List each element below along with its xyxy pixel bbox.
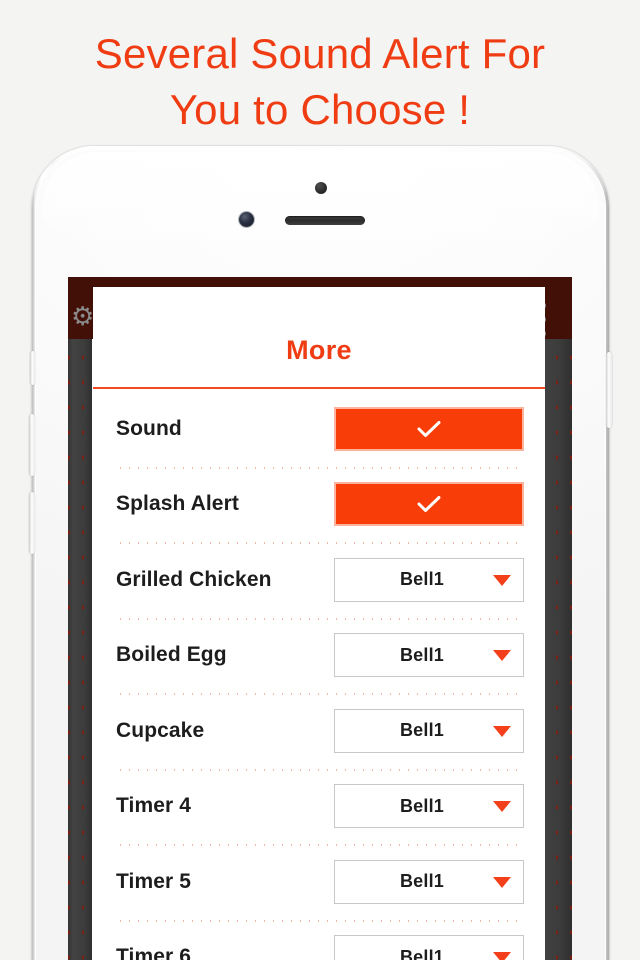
mute-switch[interactable]	[30, 351, 35, 385]
sound-select[interactable]: Bell1	[334, 784, 524, 829]
chevron-down-icon	[493, 574, 511, 586]
decor-rail-left	[68, 339, 92, 960]
settings-row: Timer 6 Bell1	[93, 919, 545, 960]
settings-card: More Sound Splash Alert Grilled Chicken Bel…	[93, 287, 545, 960]
volume-up-button[interactable]	[29, 414, 35, 476]
check-icon	[417, 496, 441, 513]
sound-select-value: Bell1	[399, 946, 445, 960]
phone-screen: ⚙ More Sound Splash Alert Grilled Chicken B…	[68, 277, 572, 960]
settings-row: Sound	[93, 391, 545, 467]
sound-select-value: Bell1	[399, 871, 445, 892]
settings-row-label: Timer 6	[116, 945, 192, 960]
speaker-grille-icon	[284, 216, 365, 225]
settings-row-label: Timer 5	[116, 869, 192, 893]
settings-row-label: Grilled Chicken	[116, 567, 272, 591]
settings-row-label: Boiled Egg	[116, 643, 227, 667]
settings-row: Cupcake Bell1	[93, 693, 545, 769]
settings-row: Boiled Egg Bell1	[93, 617, 545, 694]
checkbox-toggle[interactable]	[334, 482, 524, 527]
gear-icon: ⚙	[71, 301, 95, 331]
power-button[interactable]	[606, 352, 612, 428]
phone-mockup: ⚙ More Sound Splash Alert Grilled Chicken B…	[29, 146, 612, 960]
app-title: More	[286, 335, 352, 365]
headline-line-1: Several Sound Alert For	[94, 30, 546, 77]
sound-select-value: Bell1	[399, 644, 445, 665]
chevron-down-icon	[493, 650, 511, 662]
checkbox-toggle[interactable]	[334, 406, 524, 451]
settings-row: Grilled Chicken Bell1	[93, 542, 545, 618]
volume-down-button[interactable]	[29, 492, 35, 554]
sound-select-value: Bell1	[399, 720, 445, 741]
sound-select[interactable]: Bell1	[334, 935, 524, 960]
headline-line-2: You to Choose !	[169, 86, 471, 133]
sound-select[interactable]: Bell1	[334, 557, 524, 602]
chevron-down-icon	[493, 801, 511, 813]
settings-row: Timer 4 Bell1	[93, 768, 545, 845]
sound-select[interactable]: Bell1	[334, 633, 524, 678]
sound-select[interactable]: Bell1	[334, 859, 524, 904]
settings-row: Timer 5 Bell1	[93, 844, 545, 920]
settings-list: Sound Splash Alert Grilled Chicken Bell1 Boi…	[93, 391, 545, 960]
camera-icon	[238, 212, 254, 227]
chevron-down-icon	[493, 952, 511, 960]
sound-select-value: Bell1	[399, 795, 445, 816]
rail-dots	[68, 339, 92, 960]
sound-select[interactable]: Bell1	[334, 708, 524, 753]
settings-row-label: Cupcake	[116, 718, 205, 742]
settings-row-label: Sound	[116, 416, 182, 440]
settings-row-label: Splash Alert	[116, 492, 239, 516]
sound-select-value: Bell1	[399, 569, 445, 590]
chevron-down-icon	[493, 725, 511, 737]
chevron-down-icon	[493, 876, 511, 888]
title-divider	[93, 387, 545, 389]
page-title: Several Sound Alert For You to Choose !	[0, 26, 640, 138]
settings-row-label: Timer 4	[116, 794, 192, 818]
check-icon	[417, 420, 441, 437]
sensor-icon	[314, 182, 327, 194]
settings-row: Splash Alert	[93, 466, 545, 543]
